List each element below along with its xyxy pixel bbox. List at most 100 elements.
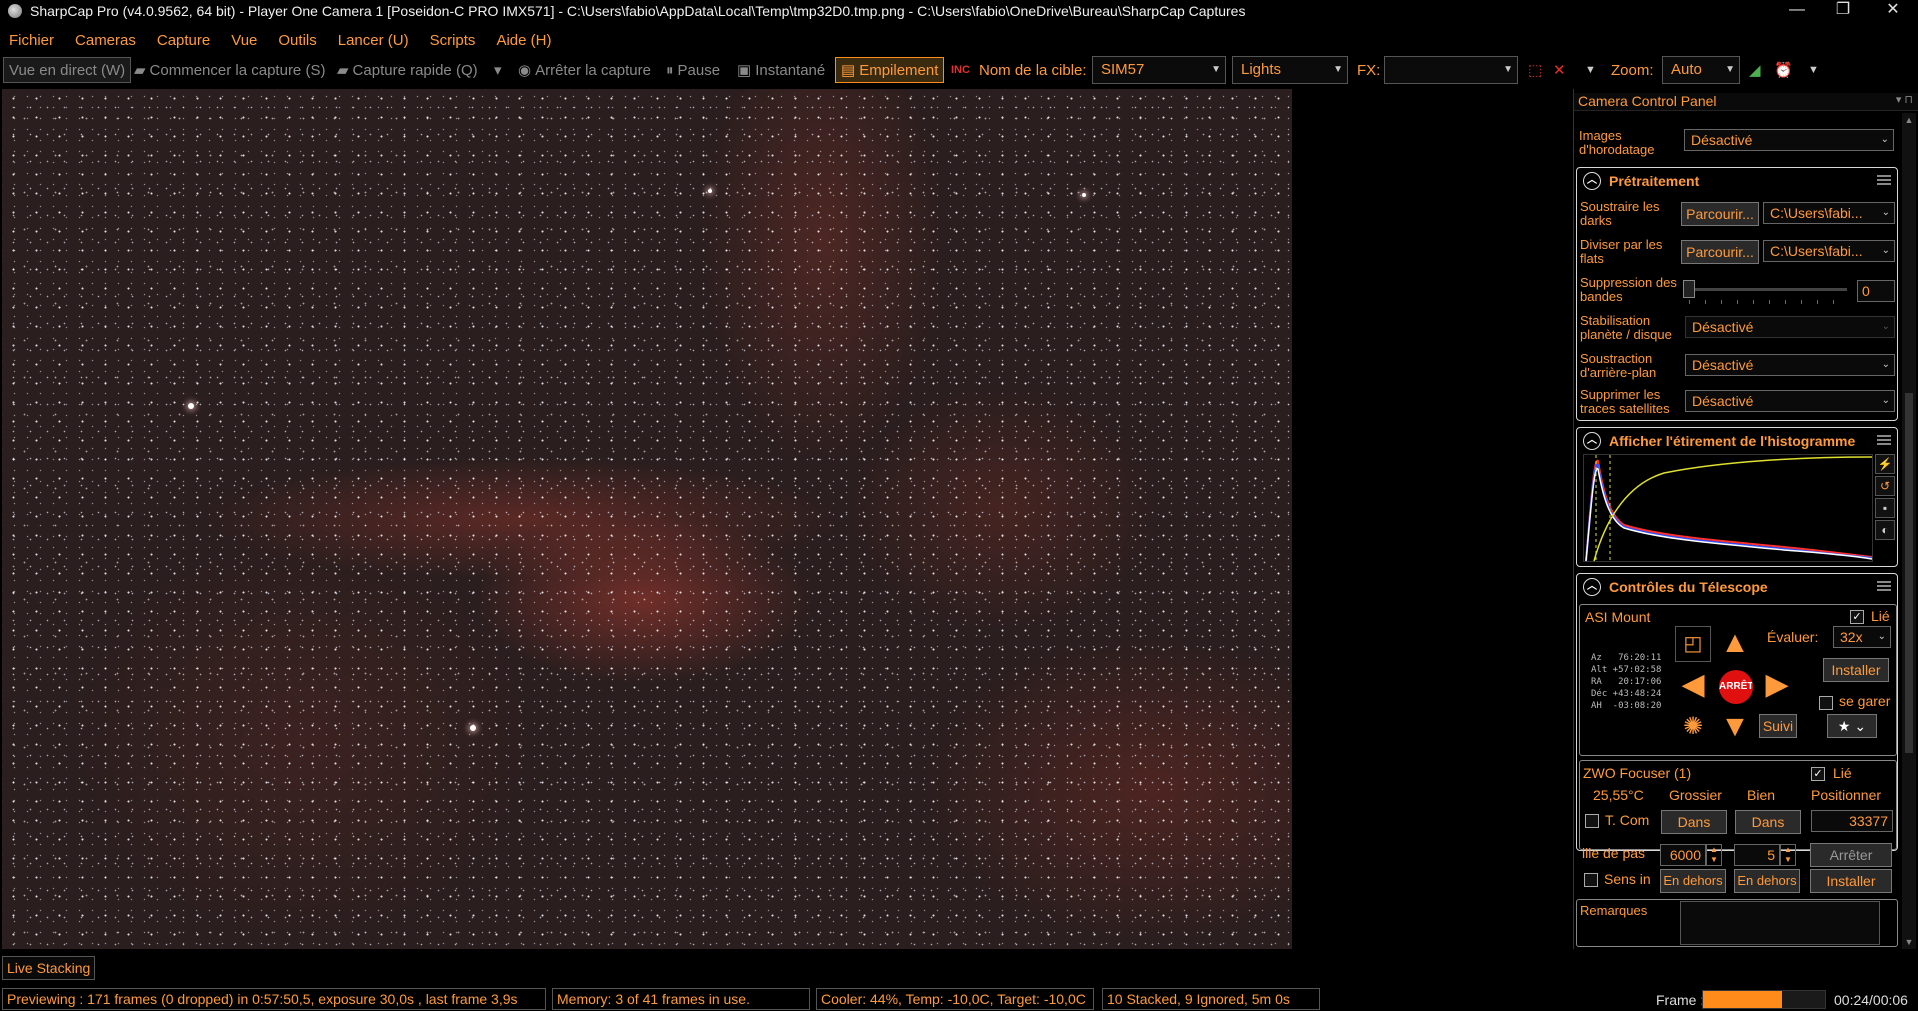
mount-name: ASI Mount [1585, 609, 1651, 625]
collapse-icon[interactable]: ︿ [1583, 578, 1601, 596]
histogram-header[interactable]: ︿ Afficher l'étirement de l'histogramme [1583, 432, 1855, 450]
mount-linked-checkbox[interactable]: ✓ [1850, 610, 1864, 624]
menu-lancer[interactable]: Lancer (U) [338, 32, 409, 49]
focus-in-coarse-button[interactable]: Dans [1661, 810, 1727, 834]
menu-cameras[interactable]: Cameras [75, 32, 136, 49]
fx-combo[interactable]: ▼ [1384, 56, 1518, 84]
alarm-icon[interactable]: ⏰ [1774, 56, 1793, 84]
focuser-linked-checkbox[interactable]: ✓ [1811, 767, 1825, 781]
focuser-stop-button[interactable]: Arrêter [1810, 843, 1892, 867]
banding-slider-track[interactable] [1687, 288, 1847, 291]
pause-button[interactable]: ⏸ Pause [666, 56, 720, 84]
hamburger-menu-icon[interactable] [1877, 435, 1891, 445]
focuser-temp: 25,55°C [1593, 787, 1644, 803]
stack-icon: ▤ [841, 62, 856, 79]
pin-icon[interactable]: ▾ ⊓ [1896, 93, 1913, 106]
step-fine-spinner[interactable]: ▲ ▼ [1780, 844, 1796, 866]
rate-dropdown[interactable]: 32x ⌄ [1833, 626, 1891, 648]
background-sub-dropdown[interactable]: Désactivé ⌄ [1685, 354, 1895, 376]
chevron-down-icon: ⌄ [1881, 245, 1890, 256]
lightning-icon[interactable]: ⚡ [1875, 454, 1895, 474]
track-button[interactable]: Suivi [1759, 714, 1797, 738]
menu-capture[interactable]: Capture [157, 32, 210, 49]
scroll-thumb[interactable] [1905, 393, 1913, 753]
mount-install-button[interactable]: Installer [1823, 658, 1889, 682]
menu-outils[interactable]: Outils [278, 32, 316, 49]
image-viewport[interactable] [2, 89, 1292, 949]
hamburger-menu-icon[interactable] [1877, 175, 1891, 185]
fx-label: FX: [1357, 61, 1381, 79]
histogram-display[interactable] [1583, 454, 1873, 563]
arrow-left-icon[interactable]: ◀ [1675, 668, 1711, 704]
zoom-combo[interactable]: Auto ▼ [1662, 56, 1740, 84]
satellite-value: Désactivé [1692, 393, 1754, 409]
telescope-header[interactable]: ︿ Contrôles du Télescope [1583, 578, 1768, 596]
quick-capture-dropdown[interactable]: ▾ [494, 56, 502, 84]
snapshot-button[interactable]: ▣ Instantané [737, 56, 825, 84]
browse-flats-button[interactable]: Parcourir... [1681, 240, 1759, 264]
temp-comp-checkbox[interactable] [1585, 814, 1599, 828]
goto-icon[interactable]: ◰ [1675, 626, 1711, 662]
menu-aide[interactable]: Aide (H) [496, 32, 551, 49]
quick-capture-button[interactable]: ▰ Capture rapide (Q) [337, 56, 478, 84]
park-checkbox[interactable] [1819, 696, 1833, 710]
start-capture-button[interactable]: ▰ Commencer la capture (S) [134, 56, 325, 84]
banding-value[interactable]: 0 [1857, 280, 1895, 302]
panel-scrollbar[interactable]: ▲ ▼ [1902, 113, 1916, 949]
save-icon[interactable]: ▪ [1875, 498, 1895, 518]
collapse-icon[interactable]: ︿ [1583, 172, 1601, 190]
reset-icon[interactable]: ↺ [1875, 476, 1895, 496]
menu-scripts[interactable]: Scripts [430, 32, 476, 49]
increment-icon[interactable]: INC [951, 56, 970, 84]
target-icon[interactable]: ✺ [1675, 710, 1711, 746]
notes-textarea[interactable] [1680, 901, 1880, 945]
crop-icon[interactable]: ⬚ [1528, 56, 1542, 84]
star-button[interactable]: ★ ⌄ [1827, 714, 1877, 738]
chevron-down-icon[interactable]: ▼ [1585, 56, 1596, 84]
flats-path: C:\Users\fabi... [1770, 243, 1863, 259]
stabilization-dropdown[interactable]: Désactivé ⌄ [1685, 316, 1895, 338]
hamburger-menu-icon[interactable] [1877, 581, 1891, 591]
arrow-up-icon[interactable]: ▲ [1717, 626, 1753, 662]
maximize-button[interactable]: ❐ [1820, 0, 1866, 22]
menu-vue[interactable]: Vue [231, 32, 257, 49]
contrast-icon[interactable]: ◐ [1875, 520, 1895, 540]
arrow-down-icon[interactable]: ▼ [1717, 710, 1753, 746]
satellite-dropdown[interactable]: Désactivé ⌄ [1685, 390, 1895, 412]
live-stacking-tab[interactable]: Live Stacking [2, 956, 96, 980]
target-name-combo[interactable]: SIM57 ▼ [1092, 56, 1226, 84]
preprocessing-header[interactable]: ︿ Prétraitement [1583, 172, 1699, 190]
flats-path-dropdown[interactable]: C:\Users\fabi... ⌄ [1763, 240, 1895, 262]
timestamp-value: Désactivé [1691, 132, 1753, 148]
timestamp-dropdown[interactable]: Désactivé ⌄ [1684, 129, 1894, 151]
browse-darks-button[interactable]: Parcourir... [1681, 202, 1759, 226]
histogram-icon[interactable]: ◢ [1749, 56, 1761, 84]
focus-out-coarse-button[interactable]: En dehors [1660, 869, 1726, 893]
focus-position-input[interactable]: 33377 [1811, 810, 1893, 832]
live-view-button[interactable]: Vue en direct (W) [3, 56, 132, 84]
focus-out-fine-button[interactable]: En dehors [1734, 869, 1800, 893]
frame-type-combo[interactable]: Lights ▼ [1232, 56, 1348, 84]
stop-mount-button[interactable]: ARRÊTE [1719, 670, 1753, 704]
collapse-icon[interactable]: ︿ [1583, 432, 1601, 450]
step-coarse-spinner[interactable]: ▲ ▼ [1706, 844, 1722, 866]
crosshair-icon[interactable]: ✕ [1553, 56, 1566, 84]
arrow-right-icon[interactable]: ▶ [1759, 668, 1795, 704]
live-view-label: Vue en direct (W) [3, 57, 132, 83]
minimize-button[interactable]: — [1774, 0, 1820, 22]
stop-capture-button[interactable]: ◉ Arrêter la capture [518, 56, 651, 84]
reverse-checkbox[interactable] [1584, 873, 1598, 887]
banding-label: Suppression des bandes [1580, 275, 1677, 304]
chevron-down-icon[interactable]: ▼ [1808, 56, 1819, 84]
darks-path-dropdown[interactable]: C:\Users\fabi... ⌄ [1763, 202, 1895, 224]
banding-slider-handle[interactable] [1683, 280, 1695, 298]
step-fine-input[interactable]: 5 [1734, 844, 1780, 866]
scroll-down-icon[interactable]: ▼ [1902, 937, 1916, 947]
scroll-up-icon[interactable]: ▲ [1902, 115, 1916, 125]
step-coarse-input[interactable]: 6000 [1660, 844, 1706, 866]
close-button[interactable]: ✕ [1870, 0, 1916, 22]
focus-in-fine-button[interactable]: Dans [1735, 810, 1801, 834]
focuser-install-button[interactable]: Installer [1810, 869, 1892, 893]
stacking-button[interactable]: ▤ Empilement [835, 56, 945, 84]
menu-fichier[interactable]: Fichier [9, 32, 54, 49]
